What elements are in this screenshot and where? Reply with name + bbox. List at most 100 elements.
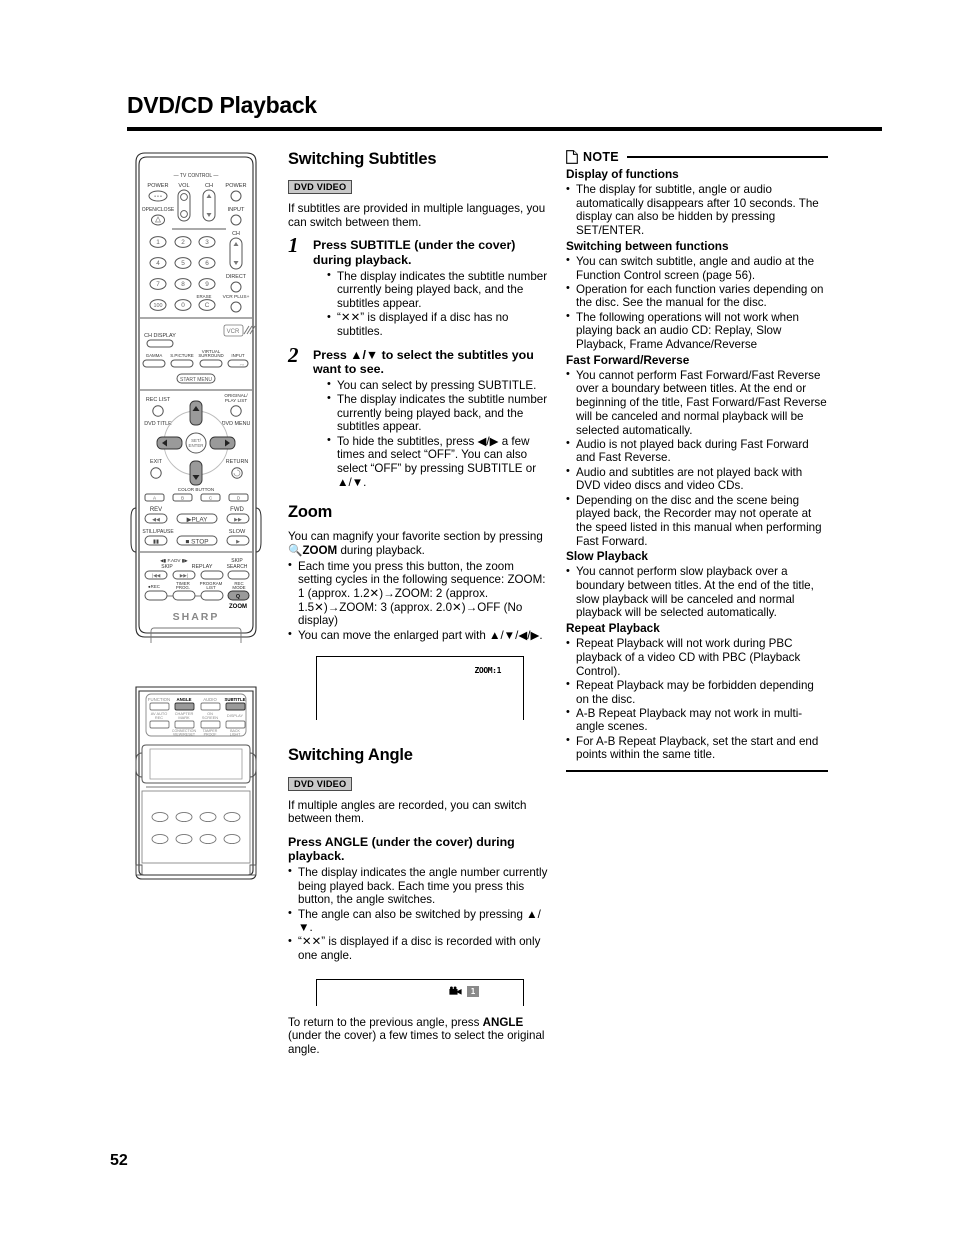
list-item: The display indicates the angle number c… (288, 865, 548, 907)
svg-text:GAMMA: GAMMA (146, 353, 163, 358)
step-1: 1 Press SUBTITLE (under the cover) durin… (288, 233, 548, 339)
svg-text:◀◀: ◀◀ (152, 517, 160, 523)
list-item: You cannot perform slow playback over a … (566, 565, 828, 620)
svg-text:COLOR BUTTON: COLOR BUTTON (178, 487, 214, 492)
svg-text:SEARCH: SEARCH (227, 564, 248, 570)
angle-bullets: The display indicates the angle number c… (288, 865, 548, 963)
list-item: The display indicates the subtitle numbe… (327, 392, 548, 434)
svg-text:5: 5 (181, 260, 185, 267)
note-label: NOTE (583, 150, 619, 164)
svg-text:ERASE: ERASE (197, 294, 212, 299)
svg-text:100: 100 (154, 303, 163, 309)
note-group-title: Repeat Playback (566, 621, 660, 636)
svg-text:B: B (181, 496, 184, 501)
tv-screen-zoom-display: ZOOM:1 (316, 656, 524, 721)
manual-page: DVD/CD Playback — TV CONTROL — POWER VOL… (0, 0, 954, 1235)
list-item: “✕✕” is displayed if a disc is recorded … (288, 935, 548, 962)
svg-text:CH DISPLAY: CH DISPLAY (144, 333, 176, 339)
tv-screen-angle-display: 1 (316, 978, 524, 1006)
svg-text:•••: ••• (154, 194, 163, 200)
svg-text:REPLAY: REPLAY (192, 564, 213, 570)
heading-switching-subtitles: Switching Subtitles (288, 150, 437, 168)
svg-text:◀▮ F.ADV ▮▶: ◀▮ F.ADV ▮▶ (160, 558, 188, 563)
main-content-column: Switching Subtitles DVD VIDEO If subtitl… (288, 150, 548, 1059)
list-item: A-B Repeat Playback may not work in mult… (566, 706, 828, 734)
svg-text:VCR: VCR (227, 329, 240, 335)
section-switching-angle: Switching Angle DVD VIDEO If multiple an… (288, 746, 548, 1056)
svg-text:SURROUND: SURROUND (198, 353, 223, 358)
svg-text:PROG.: PROG. (176, 585, 190, 590)
svg-text:RETURN: RETURN (226, 459, 249, 465)
svg-text:INPUT: INPUT (228, 207, 245, 213)
list-item: For A-B Repeat Playback, set the start a… (566, 734, 828, 762)
svg-text:DIRECT: DIRECT (226, 274, 247, 280)
svg-text:7: 7 (156, 281, 160, 288)
section-switching-subtitles: Switching Subtitles DVD VIDEO If subtitl… (288, 150, 548, 489)
note-group-repeat-playback: Repeat Playback Repeat Playback will not… (566, 621, 828, 762)
list-item: Repeat Playback may be forbidden dependi… (566, 678, 828, 706)
svg-text:SHARP: SHARP (173, 611, 220, 623)
camera-icon (449, 986, 462, 995)
svg-text:0: 0 (181, 302, 185, 309)
note-group-bullets: Repeat Playback will not work during PBC… (566, 637, 828, 762)
note-group-bullets: You cannot perform Fast Forward/Fast Rev… (566, 368, 828, 549)
note-group-title: Display of functions (566, 167, 679, 181)
osd-angle-number: 1 (467, 985, 479, 997)
heading-zoom: Zoom (288, 503, 333, 522)
list-item: You cannot perform Fast Forward/Fast Rev… (566, 368, 828, 438)
svg-text:●REC: ●REC (148, 584, 160, 589)
disc-type-badge-dvd-video-angle: DVD VIDEO (288, 776, 353, 791)
list-item: Depending on the disc and the scene bein… (566, 493, 828, 549)
svg-text:VOL: VOL (178, 183, 189, 189)
step-2-heading: Press ▲/▼ to select the subtitles you wa… (313, 347, 534, 377)
note-group-bullets: You can switch subtitle, angle and audio… (566, 254, 828, 352)
note-group-title: Slow Playback (566, 549, 648, 564)
svg-text:3: 3 (205, 239, 209, 246)
svg-text:LIST: LIST (206, 585, 216, 590)
svg-text:|◀◀: |◀◀ (152, 573, 161, 579)
page-title: DVD/CD Playback (127, 92, 317, 118)
svg-text:CH: CH (232, 231, 240, 237)
svg-text:S.PICTURE: S.PICTURE (170, 353, 193, 358)
svg-text:VIEW/RESET: VIEW/RESET (173, 733, 196, 737)
step-1-bullets: The display indicates the subtitle numbe… (327, 269, 548, 339)
list-item: The following operations will not work w… (566, 310, 828, 352)
subtitles-intro: If subtitles are provided in multiple la… (288, 202, 546, 229)
heading-switching-angle: Switching Angle (288, 746, 413, 765)
svg-text:⌐»: ⌐» (240, 362, 245, 367)
note-group-title: Switching between functions (566, 238, 729, 253)
osd-angle-indicator: 1 (449, 985, 479, 997)
svg-text:▶▶|: ▶▶| (180, 573, 189, 579)
list-item: The display indicates the subtitle numbe… (327, 269, 548, 311)
svg-text:6: 6 (205, 260, 209, 267)
svg-text:C: C (209, 496, 213, 501)
svg-text:EXIT: EXIT (150, 459, 163, 465)
angle-instruction-heading: Press ANGLE (under the cover) during pla… (288, 834, 515, 864)
list-item: The display for subtitle, angle or audio… (566, 183, 828, 238)
list-item: Operation for each function varies depen… (566, 282, 828, 310)
svg-text:9: 9 (205, 281, 209, 288)
note-group-slow-playback: Slow Playback You cannot perform slow pl… (566, 549, 828, 620)
svg-text:REC: REC (155, 715, 163, 720)
note-group-bullets: You cannot perform slow playback over a … (566, 565, 828, 620)
svg-text:REC LIST: REC LIST (146, 397, 171, 403)
svg-text:PROOF: PROOF (204, 733, 218, 737)
svg-text:▶PLAY: ▶PLAY (187, 517, 209, 524)
list-item: Audio and subtitles are not played back … (566, 465, 828, 493)
list-item: You can move the enlarged part with ▲/▼/… (288, 628, 548, 643)
disc-type-badge-dvd-video: DVD VIDEO (288, 180, 353, 195)
note-group-bullets: The display for subtitle, angle or audio… (566, 183, 828, 238)
osd-zoom-level: ZOOM:1 (474, 666, 502, 676)
list-item: Repeat Playback will not work during PBC… (566, 637, 828, 678)
title-divider (127, 127, 882, 131)
svg-text:SUBTITLE: SUBTITLE (224, 697, 245, 702)
step-1-number: 1 (288, 233, 299, 258)
svg-text:OPEN/CLOSE: OPEN/CLOSE (142, 207, 175, 213)
magnifier-icon: 🔍 (288, 543, 303, 558)
page-number: 52 (110, 1152, 128, 1169)
remote-control-under-cover-illustration: FUNCTION ANGLE AUDIO SUBTITLE AV AUTOREC… (135, 686, 257, 880)
list-item: Audio is not played back during Fast For… (566, 437, 828, 465)
svg-text:ENTER: ENTER (189, 443, 204, 448)
step-1-heading: Press SUBTITLE (under the cover) during … (313, 238, 516, 267)
svg-text:SCREEN: SCREEN (202, 715, 218, 720)
